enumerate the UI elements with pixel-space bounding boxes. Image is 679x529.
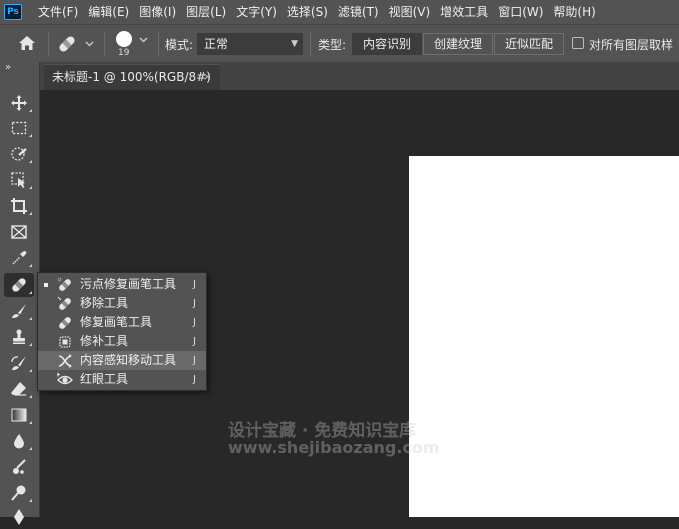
flyout-item-healing-brush[interactable]: 修复画笔工具 J [38,313,206,332]
flyout-item-label: 修补工具 [80,334,129,348]
menu-layer[interactable]: 图层(L) [181,0,231,24]
options-bar: 19 模式: 正常 ▼ 类型: 内容识别 创建纹理 近似匹配 对所有图层取样 [0,24,679,62]
sample-all-layers-label: 对所有图层取样 [589,38,674,52]
content-aware-move-icon [58,354,72,368]
shortcut-key: J [193,336,196,347]
mode-label: 模式: [165,38,194,52]
separator [48,32,49,56]
chevron-down-icon: ▼ [291,39,298,49]
mode-select[interactable]: 正常 ▼ [197,33,303,55]
menu-window[interactable]: 窗口(W) [493,0,548,24]
separator [310,32,311,56]
flyout-item-label: 内容感知移动工具 [80,353,177,367]
marquee-icon[interactable] [4,116,34,140]
shortcut-key: J [193,374,196,385]
brush-icon[interactable] [4,299,34,323]
flyout-item-spot-healing-brush[interactable]: 污点修复画笔工具 J [38,275,206,294]
shortcut-key: J [193,317,196,328]
separator [158,32,159,56]
spot-healing-brush-icon [57,277,71,291]
menu-select[interactable]: 选择(S) [282,0,333,24]
remove-tool-icon [57,296,71,310]
menu-view[interactable]: 视图(V) [384,0,436,24]
pen-icon[interactable] [4,505,34,529]
menu-plugins[interactable]: 增效工具 [435,0,493,24]
flyout-item-label: 污点修复画笔工具 [80,277,177,291]
flyout-item-label: 红眼工具 [80,372,129,386]
healing-brush-icon [59,317,71,329]
patch-tool-icon [59,336,71,348]
spot-healing-icon[interactable] [4,273,34,297]
move-icon[interactable] [4,91,34,115]
type-content-aware-button[interactable]: 内容识别 [352,33,422,55]
menu-image[interactable]: 图像(I) [134,0,181,24]
gradient-icon[interactable] [4,403,34,427]
tool-preset-picker[interactable] [56,31,100,57]
home-icon[interactable] [14,32,40,54]
watermark-line-2: www.shejibaozang.com [228,438,440,457]
menu-filter[interactable]: 滤镜(T) [333,0,384,24]
photoshop-logo-icon[interactable]: Ps [4,4,22,20]
shortcut-key: J [193,298,196,309]
menu-help[interactable]: 帮助(H) [548,0,600,24]
flyout-item-red-eye[interactable]: 红眼工具 J [38,370,206,389]
eyedropper-icon[interactable] [4,246,34,270]
red-eye-icon [57,372,73,385]
menu-bar: Ps 文件(F) 编辑(E) 图像(I) 图层(L) 文字(Y) 选择(S) 滤… [0,0,679,24]
flyout-item-label: 移除工具 [80,296,129,310]
type-proximity-match-button[interactable]: 近似匹配 [494,33,564,55]
document-tab-bar: 未标题-1 @ 100%(RGB/8#) × [40,62,679,90]
flyout-item-remove-tool[interactable]: 移除工具 J [38,294,206,313]
document-tab[interactable]: 未标题-1 @ 100%(RGB/8#) × [44,64,220,90]
document-canvas[interactable] [409,156,679,517]
quick-select-icon[interactable] [4,142,34,166]
menu-file[interactable]: 文件(F) [33,0,83,24]
dodge-icon[interactable] [4,481,34,505]
selected-indicator [44,283,48,287]
collapse-panel-icon[interactable]: » [5,62,11,73]
flyout-item-content-aware-move[interactable]: 内容感知移动工具 J [38,351,206,370]
close-icon[interactable]: × [203,65,212,89]
stamp-icon[interactable] [4,325,34,349]
flyout-item-label: 修复画笔工具 [80,315,153,329]
type-create-texture-button[interactable]: 创建纹理 [423,33,493,55]
eraser-icon[interactable] [4,377,34,401]
brush-size-value: 19 [118,48,130,58]
smudge-icon[interactable] [4,455,34,479]
crop-icon[interactable] [4,194,34,218]
blur-icon[interactable] [4,429,34,453]
shortcut-key: J [193,355,196,366]
tools-panel [0,90,40,525]
document-tab-title: 未标题-1 @ 100%(RGB/8#) [52,70,211,84]
healing-tools-flyout: 污点修复画笔工具 J 移除工具 J 修复画笔工具 J 修补工具 J 内容感知移动… [37,272,207,391]
object-select-icon[interactable] [4,168,34,192]
brush-size-picker[interactable]: 19 [112,27,152,61]
menu-edit[interactable]: 编辑(E) [83,0,134,24]
sample-all-layers-checkbox[interactable] [572,37,584,49]
menu-type[interactable]: 文字(Y) [231,0,282,24]
type-label: 类型: [318,38,347,52]
frame-icon[interactable] [4,220,34,244]
history-brush-icon[interactable] [4,351,34,375]
separator [104,32,105,56]
flyout-item-patch-tool[interactable]: 修补工具 J [38,332,206,351]
mode-value: 正常 [204,37,229,51]
toolbar-header: » [0,62,40,90]
shortcut-key: J [193,279,196,290]
